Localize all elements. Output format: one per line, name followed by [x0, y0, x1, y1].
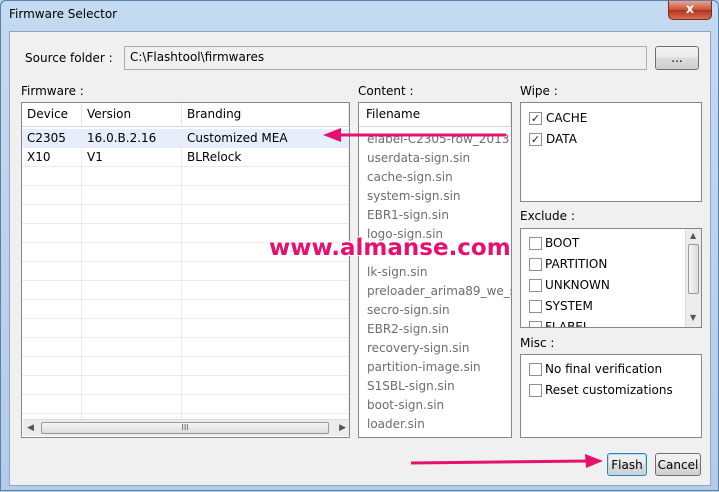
arrow-to-firmware-row — [323, 128, 506, 142]
watermark-text: www.almanse.com — [269, 235, 511, 261]
firmware-selector-window: Firmware Selector x Source folder : C:\F… — [0, 0, 719, 491]
arrow-to-flash-button — [410, 454, 603, 468]
